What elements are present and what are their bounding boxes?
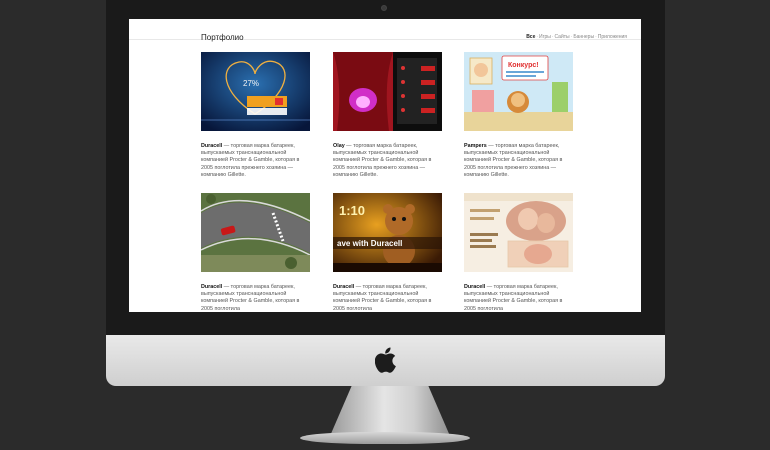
filter-games[interactable]: Игры: [539, 34, 551, 40]
slogan-label: ave with Duracell: [337, 239, 402, 248]
contest-headline: Конкурс!: [508, 62, 539, 69]
filter-sites[interactable]: Сайты: [555, 34, 570, 40]
portfolio-card[interactable]: Duracell — торговая марка батареек, выпу…: [464, 193, 573, 312]
portfolio-card[interactable]: Olay — торговая марка батареек, выпускае…: [333, 52, 442, 179]
thumbnail-duracell-heart[interactable]: 27%: [201, 52, 310, 131]
thumbnail-family-photo[interactable]: [464, 193, 573, 272]
portfolio-card[interactable]: 27% Duracell — торговая марка батареек, …: [201, 52, 310, 179]
portfolio-card[interactable]: 1:10 ave with Duracell Duracell — торгов…: [333, 193, 442, 312]
camera-icon: [381, 5, 387, 11]
screen: Портфолио Все·Игры·Сайты·Баннеры·Приложе…: [129, 19, 641, 312]
card-description: Duracell — торговая марка батареек, выпу…: [201, 284, 300, 312]
filter-all[interactable]: Все: [526, 34, 535, 40]
card-description: Duracell — торговая марка батареек, выпу…: [464, 284, 563, 312]
score-label: 1:10: [339, 203, 365, 218]
filter-banners[interactable]: Баннеры: [573, 34, 594, 40]
filter-nav: Все·Игры·Сайты·Баннеры·Приложения: [526, 34, 627, 40]
portfolio-card[interactable]: Конкурс! Pampers — торговая марка батаре…: [464, 52, 573, 179]
apple-logo-icon: [375, 347, 396, 373]
page-title: Портфолио: [201, 33, 244, 42]
thumbnail-olay-theater[interactable]: [333, 52, 442, 131]
thumbnail-race-track[interactable]: [200, 193, 311, 272]
card-description: Pampers — торговая марка батареек, выпус…: [464, 143, 563, 178]
monitor-stand: [330, 386, 450, 436]
filter-apps[interactable]: Приложения: [598, 34, 627, 40]
portfolio-card[interactable]: Duracell — торговая марка батареек, выпу…: [200, 193, 311, 312]
thumbnail-duracell-bunny[interactable]: 1:10 ave with Duracell: [333, 193, 442, 272]
monitor-stand-base: [300, 432, 470, 444]
thumbnail-pampers-contest[interactable]: Конкурс!: [464, 52, 573, 131]
percent-label: 27%: [243, 79, 259, 88]
card-description: Olay — торговая марка батареек, выпускае…: [333, 143, 432, 178]
card-description: Duracell — торговая марка батареек, выпу…: [201, 143, 300, 178]
card-description: Duracell — торговая марка батареек, выпу…: [333, 284, 432, 312]
